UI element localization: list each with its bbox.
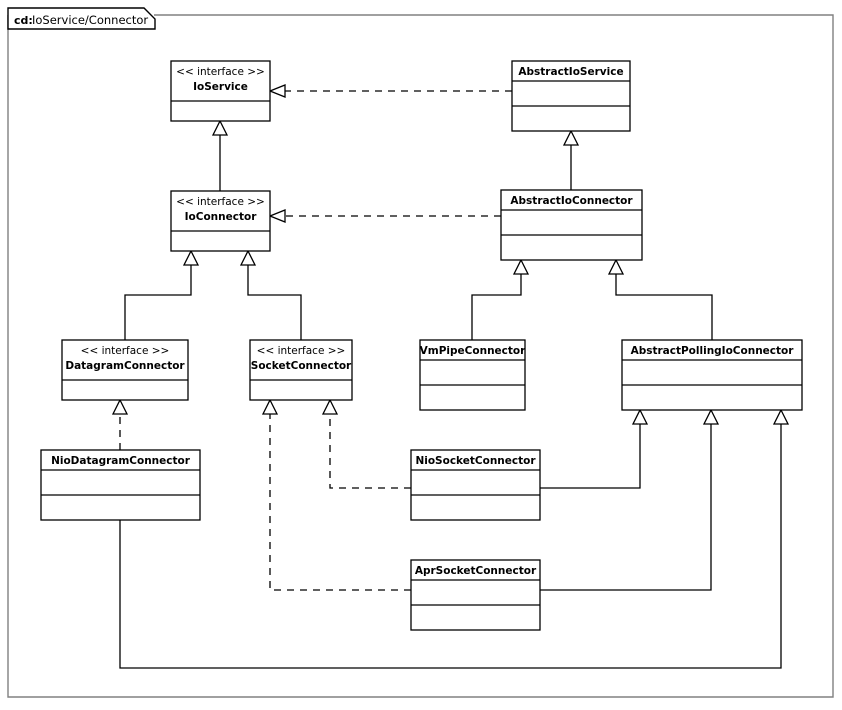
- edge-generalization-socketconnector-to-ioconnector: [239, 249, 302, 340]
- edge-line: [329, 414, 411, 489]
- class-box-ioconnector[interactable]: << interface >> IoConnector: [170, 190, 271, 252]
- edge-generalization-abstractioconnector-to-abstractioservice: [562, 129, 580, 190]
- class-stereotype: << interface >>: [176, 66, 265, 78]
- edge-generalization-vmpipeconnector-to-abstractioconnector: [471, 258, 530, 340]
- class-box-datagramconnector[interactable]: << interface >> DatagramConnector: [61, 339, 189, 401]
- hollow-triangle-arrowhead: [211, 119, 229, 136]
- class-box-niodatagramconnector[interactable]: NioDatagramConnector: [40, 449, 201, 521]
- class-box-abstractioservice[interactable]: AbstractIoService: [511, 60, 631, 132]
- class-box-aprsocketconnector[interactable]: AprSocketConnector: [410, 559, 541, 631]
- edge-realization-aprsocketconnector-to-socketconnector: [261, 398, 411, 591]
- hollow-triangle-arrowhead: [111, 398, 129, 415]
- hollow-triangle-arrowhead: [321, 398, 339, 415]
- class-box-socketconnector[interactable]: << interface >> SocketConnector: [249, 339, 353, 401]
- class-name: IoService: [193, 81, 248, 93]
- diagram-canvas: cd: IoService/Connector << interface >> …: [7, 7, 834, 698]
- edge-realization-abstractioconnector-to-ioconnector: [268, 209, 501, 223]
- hollow-triangle-arrowhead: [512, 258, 530, 275]
- class-name: SocketConnector: [251, 360, 352, 372]
- edge-generalization-datagramconnector-to-ioconnector: [124, 249, 200, 340]
- class-stereotype: << interface >>: [81, 345, 170, 357]
- frame-title-text: IoService/Connector: [32, 13, 148, 27]
- hollow-triangle-arrowhead: [772, 408, 790, 425]
- class-box-abstractpollingioconnector[interactable]: AbstractPollingIoConnector: [621, 339, 803, 411]
- class-box-abstractioconnector[interactable]: AbstractIoConnector: [500, 189, 643, 261]
- hollow-triangle-arrowhead: [268, 84, 286, 98]
- edge-line: [124, 265, 192, 340]
- hollow-triangle-arrowhead: [702, 408, 720, 425]
- class-name: NioDatagramConnector: [51, 455, 191, 467]
- edge-generalization-aprsocketconnector-to-abstractpollingioconnector: [540, 408, 720, 591]
- class-name: AbstractIoConnector: [510, 195, 633, 207]
- edge-generalization-ioconnector-to-ioservice: [211, 119, 229, 191]
- class-box-vmpipeconnector[interactable]: VmPipeConnector: [419, 339, 526, 411]
- frame-title-prefix: cd:: [14, 14, 33, 27]
- edge-generalization-niosocketconnector-to-abstractpollingioconnector: [540, 408, 649, 489]
- class-name: VmPipeConnector: [420, 345, 526, 357]
- hollow-triangle-arrowhead: [631, 408, 649, 425]
- class-name: AbstractIoService: [518, 66, 623, 78]
- edge-line: [615, 274, 713, 340]
- edge-realization-niosocketconnector-to-socketconnector: [321, 398, 411, 489]
- edge-generalization-abstractpollingioconnector-to-abstractioconnector: [607, 258, 713, 340]
- class-stereotype: << interface >>: [176, 196, 265, 208]
- class-name: NioSocketConnector: [415, 455, 536, 467]
- class-box-niosocketconnector[interactable]: NioSocketConnector: [410, 449, 541, 521]
- class-name: AprSocketConnector: [415, 565, 537, 577]
- hollow-triangle-arrowhead: [261, 398, 279, 415]
- hollow-triangle-arrowhead: [268, 209, 286, 223]
- class-name: IoConnector: [185, 211, 258, 223]
- hollow-triangle-arrowhead: [562, 129, 580, 146]
- hollow-triangle-arrowhead: [607, 258, 625, 275]
- class-name: AbstractPollingIoConnector: [631, 345, 795, 357]
- edge-realization-niodatagramconnector-to-datagramconnector: [111, 398, 129, 450]
- edge-line: [540, 424, 712, 591]
- class-name: DatagramConnector: [65, 360, 185, 372]
- hollow-triangle-arrowhead: [182, 249, 200, 266]
- class-box-ioservice[interactable]: << interface >> IoService: [170, 60, 271, 122]
- uml-class-diagram: cd: IoService/Connector << interface >> …: [0, 0, 842, 710]
- edge-line: [247, 265, 302, 340]
- class-stereotype: << interface >>: [257, 345, 346, 357]
- edge-realization-abstractioservice-to-ioservice: [268, 84, 512, 98]
- hollow-triangle-arrowhead: [239, 249, 257, 266]
- edge-line: [471, 274, 522, 340]
- edge-line: [269, 414, 411, 591]
- edge-line: [540, 424, 641, 489]
